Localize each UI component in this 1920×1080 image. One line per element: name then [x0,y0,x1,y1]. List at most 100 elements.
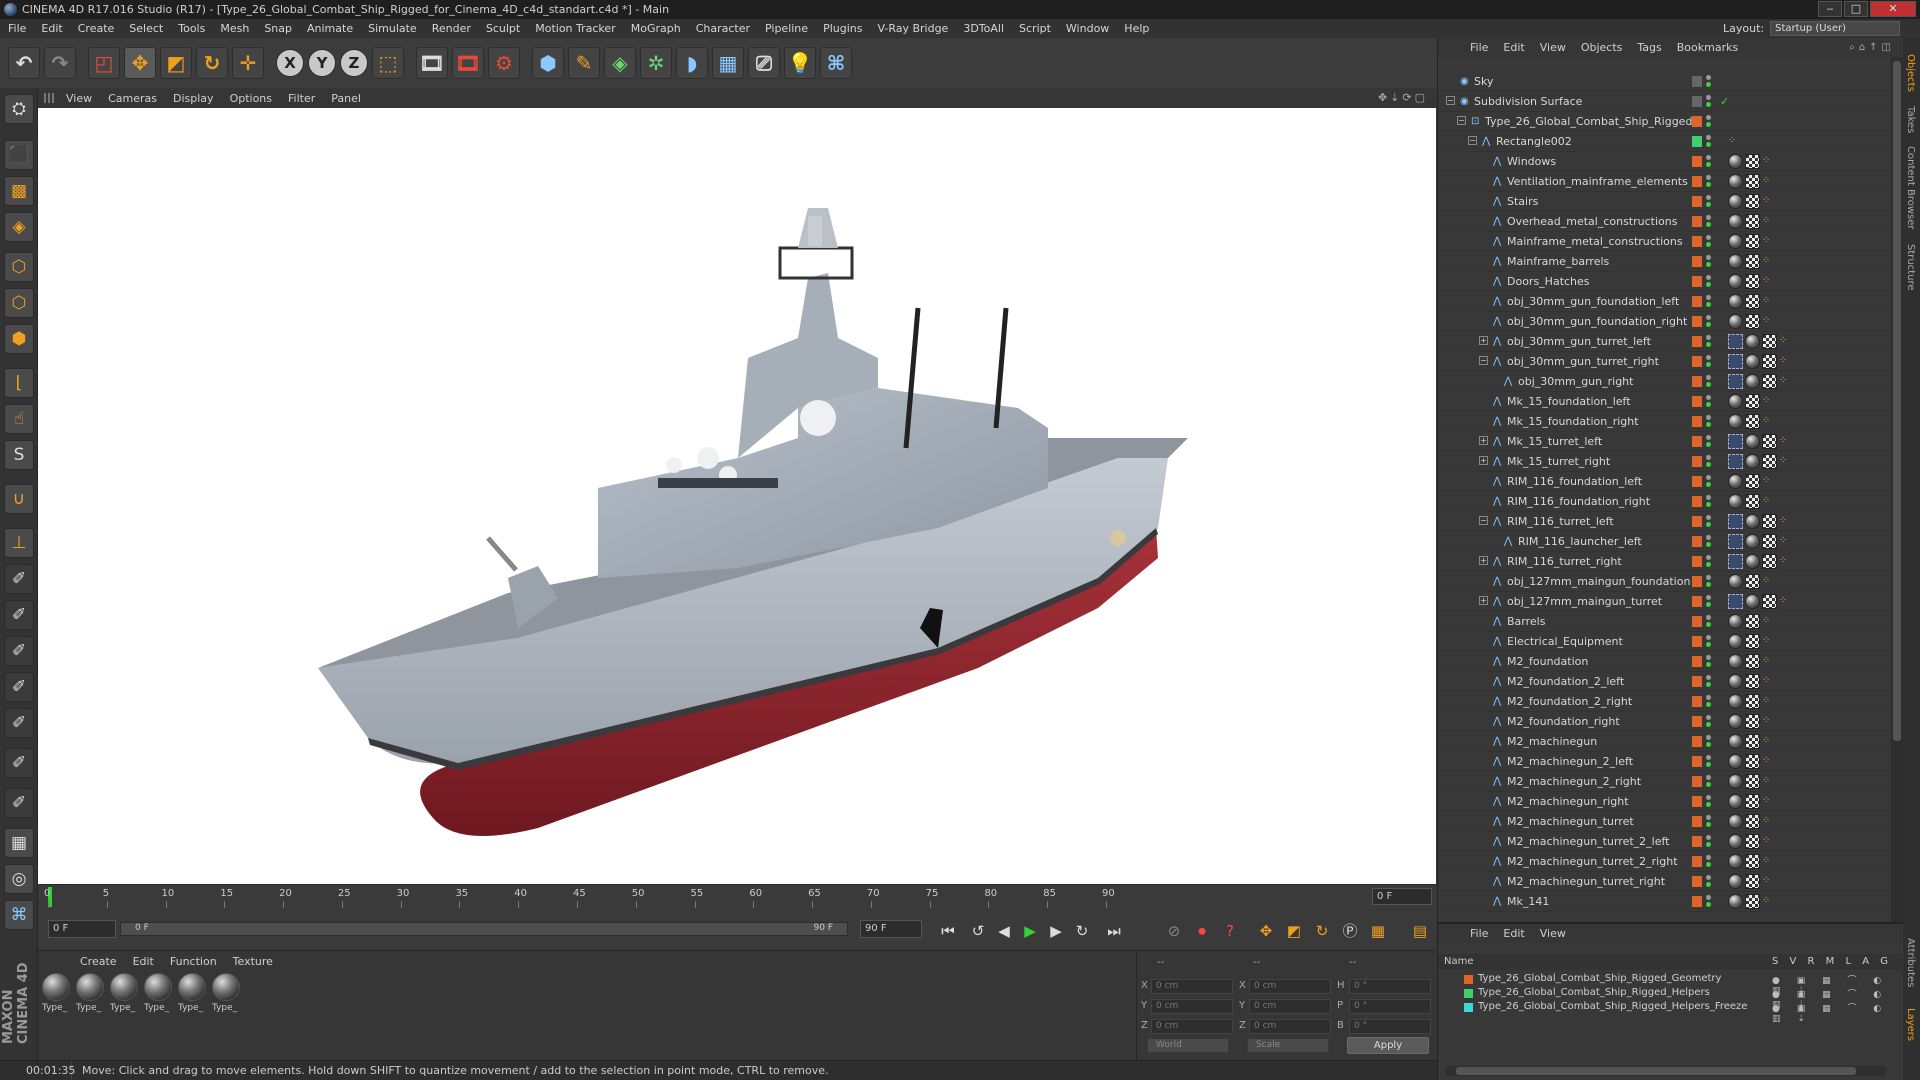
undo-icon[interactable]: ↶ [8,47,40,79]
object-tags[interactable]: ⁘ [1728,314,1774,329]
object-row[interactable]: ⋀ RIM_116_foundation_right ⁘ [1438,492,1888,512]
layer-color-swatch[interactable] [1692,336,1702,347]
texture-tag-icon[interactable] [1745,614,1760,629]
layer-color-swatch[interactable] [1692,276,1702,287]
vertex-map-tag-icon[interactable]: ⁘ [1762,234,1772,249]
texture-tag-icon[interactable] [1745,574,1760,589]
layer-color-swatch[interactable] [1692,76,1702,87]
expand-toggle-icon[interactable]: − [1468,136,1477,145]
previous-frame-icon[interactable]: ◀ [992,919,1016,943]
vertex-map-tag-icon[interactable]: ⁘ [1779,554,1789,569]
material-tag-icon[interactable] [1728,734,1743,749]
menu-snap[interactable]: Snap [264,22,292,35]
vertex-map-tag-icon[interactable]: ⁘ [1762,614,1772,629]
layer-color-swatch[interactable] [1692,556,1702,567]
object-tags[interactable]: ⁘ [1728,414,1774,429]
object-row[interactable]: ⋀ Overhead_metal_constructions ⁘ [1438,212,1888,232]
object-row[interactable]: − ⊡ Type_26_Global_Combat_Ship_Rigged [1438,112,1888,132]
deformer-icon[interactable]: ◗ [676,47,708,79]
side-tab-takes[interactable]: Takes [1905,106,1916,133]
layer-color-swatch[interactable] [1692,456,1702,467]
material-tag-icon[interactable] [1728,214,1743,229]
visibility-dots[interactable] [1706,415,1712,429]
vertex-map-tag-icon[interactable]: ⁘ [1762,394,1772,409]
viewport-menu-display[interactable]: Display [173,92,214,105]
vertex-map-tag-icon[interactable]: ⁘ [1762,414,1772,429]
layer-color-swatch[interactable] [1692,796,1702,807]
menu-pipeline[interactable]: Pipeline [765,22,808,35]
object-tags[interactable]: ⁘ [1728,334,1791,349]
object-row[interactable]: ⋀ M2_machinegun_turret_2_left ⁘ [1438,832,1888,852]
vertex-map-tag-icon[interactable]: ⁘ [1762,734,1772,749]
texture-tag-icon[interactable] [1745,714,1760,729]
texture-tag-icon[interactable] [1745,654,1760,669]
object-tags[interactable]: ⁘ [1728,394,1774,409]
texture-tag-icon[interactable] [1745,834,1760,849]
redo-icon[interactable]: ↷ [44,47,76,79]
3d-viewport[interactable] [38,108,1436,884]
texture-tag-icon[interactable] [1745,414,1760,429]
object-tags[interactable]: ⁘ [1728,754,1774,769]
vertex-map-tag-icon[interactable]: ⁘ [1762,714,1772,729]
texture-tag-icon[interactable] [1745,394,1760,409]
object-tags[interactable]: ⁘ [1728,694,1774,709]
coord-value-field[interactable]: 0 cm [1151,979,1233,994]
texture-tag-icon[interactable] [1762,514,1777,529]
scale-icon[interactable]: ◩ [160,47,192,79]
visibility-dots[interactable] [1706,575,1712,589]
object-row[interactable]: ⋀ M2_machinegun_turret ⁘ [1438,812,1888,832]
current-frame-field[interactable]: 0 F [1372,888,1432,905]
vertex-map-tag-icon[interactable]: ⁘ [1779,334,1789,349]
material-tag-icon[interactable] [1728,414,1743,429]
material-tag-icon[interactable] [1745,514,1760,529]
key-scale-icon[interactable]: ◩ [1282,919,1306,943]
vertex-map-tag-icon[interactable]: ⁘ [1762,894,1772,909]
texture-tag-icon[interactable] [1762,594,1777,609]
object-row[interactable]: ⋀ obj_30mm_gun_right ⁘ [1438,372,1888,392]
snap-icon[interactable]: S [4,440,34,470]
coord-mode-dropdown[interactable]: Scale [1247,1038,1329,1053]
material-tag-icon[interactable] [1745,434,1760,449]
object-menu-view[interactable]: View [1540,41,1566,54]
render-settings-icon[interactable]: ⚙ [488,47,520,79]
workplane-icon[interactable]: ⊥ [4,528,34,558]
menu-select[interactable]: Select [129,22,163,35]
viewport-menu-view[interactable]: View [66,92,92,105]
menu-animate[interactable]: Animate [307,22,353,35]
vertex-map-tag-icon[interactable]: ⁘ [1779,354,1789,369]
vertex-map-tag-icon[interactable]: ⁘ [1762,474,1772,489]
object-tags[interactable]: ⁘ [1728,294,1774,309]
rotate-icon[interactable]: ↻ [196,47,228,79]
vertex-map-tag-icon[interactable]: ⁘ [1762,794,1772,809]
model-mode-icon[interactable]: ⬛ [4,140,34,170]
object-row[interactable]: ⋀ Mainframe_barrels ⁘ [1438,252,1888,272]
texture-tag-icon[interactable] [1745,234,1760,249]
vertex-map-tag-icon[interactable]: ⁘ [1762,754,1772,769]
visibility-dots[interactable] [1706,475,1712,489]
menu-help[interactable]: Help [1124,22,1149,35]
layer-color-swatch[interactable] [1692,896,1702,907]
object-row[interactable]: − ⋀ obj_30mm_gun_turret_right ⁘ [1438,352,1888,372]
vertex-map-tag-icon[interactable]: ⁘ [1762,314,1772,329]
visibility-dots[interactable] [1706,115,1712,129]
texture-tag-icon[interactable] [1745,314,1760,329]
object-row[interactable]: ⋀ Ventilation_mainframe_elements ⁘ [1438,172,1888,192]
material-tag-icon[interactable] [1728,394,1743,409]
vertex-map-tag-icon[interactable]: ⁘ [1779,434,1789,449]
material-tag-icon[interactable] [1728,774,1743,789]
object-tags[interactable]: ⁘ [1728,454,1791,469]
object-tags[interactable]: ⁘ [1728,874,1774,889]
menu-window[interactable]: Window [1066,22,1109,35]
vertex-map-tag-icon[interactable]: ⁘ [1762,654,1772,669]
y-axis-icon[interactable]: Y [308,49,336,77]
expand-toggle-icon[interactable]: − [1457,116,1466,125]
layer-color-swatch[interactable] [1692,736,1702,747]
material-tag-icon[interactable] [1728,194,1743,209]
object-row[interactable]: ◉ Sky [1438,72,1888,92]
pen-icon[interactable]: ✎ [568,47,600,79]
object-row[interactable]: − ⋀ Rectangle002 ⁘ [1438,132,1888,152]
visibility-dots[interactable] [1706,895,1712,909]
axis-mode-icon[interactable]: ⌊ [4,368,34,398]
layer-color-swatch[interactable] [1692,516,1702,527]
object-tags[interactable]: ⁘ [1728,714,1774,729]
